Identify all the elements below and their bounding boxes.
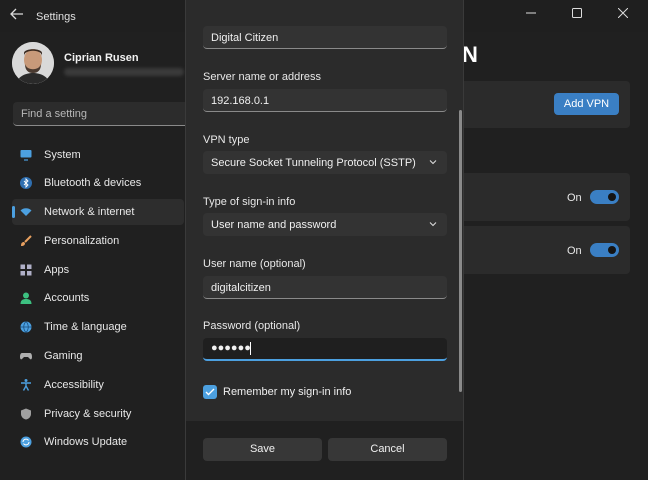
sidebar-item-label: Bluetooth & devices bbox=[44, 177, 142, 189]
checkmark-icon bbox=[205, 388, 215, 396]
remember-signin-label: Remember my sign-in info bbox=[223, 386, 352, 398]
toggle-switch-2[interactable] bbox=[590, 243, 619, 257]
sidebar-item-network[interactable]: Network & internet bbox=[12, 199, 184, 225]
search-placeholder: Find a setting bbox=[21, 108, 88, 120]
sidebar-item-label: Windows Update bbox=[44, 436, 128, 448]
vpn-type-dropdown[interactable]: Secure Socket Tunneling Protocol (SSTP) bbox=[203, 151, 447, 174]
text-caret bbox=[250, 342, 251, 355]
avatar bbox=[12, 42, 54, 84]
cancel-button[interactable]: Cancel bbox=[328, 438, 447, 461]
person-icon bbox=[20, 292, 32, 304]
sidebar-item-label: System bbox=[44, 149, 81, 161]
dialog-scrollbar[interactable] bbox=[459, 110, 462, 392]
vpn-type-label: VPN type bbox=[203, 134, 250, 146]
update-icon bbox=[20, 436, 32, 448]
sidebar-item-label: Personalization bbox=[44, 235, 120, 247]
username-input[interactable]: digitalcitizen bbox=[203, 276, 447, 299]
add-vpn-button[interactable]: Add VPN bbox=[554, 93, 619, 115]
sidebar-item-apps[interactable]: Apps bbox=[12, 257, 184, 283]
sidebar-item-accounts[interactable]: Accounts bbox=[12, 285, 184, 311]
connection-name-input[interactable]: Digital Citizen bbox=[203, 26, 447, 49]
signin-type-label: Type of sign-in info bbox=[203, 196, 296, 208]
toggle-state-label: On bbox=[567, 192, 582, 204]
close-button[interactable] bbox=[600, 0, 646, 30]
sidebar-item-windows-update[interactable]: Windows Update bbox=[12, 429, 184, 455]
password-label: Password (optional) bbox=[203, 320, 301, 332]
sidebar-item-label: Network & internet bbox=[44, 206, 135, 218]
minimize-icon bbox=[526, 12, 536, 14]
chevron-down-icon bbox=[429, 222, 437, 227]
user-name: Ciprian Rusen bbox=[64, 52, 139, 64]
chevron-down-icon bbox=[429, 160, 437, 165]
sidebar-item-system[interactable]: System bbox=[12, 142, 184, 168]
shield-icon bbox=[21, 408, 31, 420]
server-label: Server name or address bbox=[203, 71, 321, 83]
sidebar-item-gaming[interactable]: Gaming bbox=[12, 343, 184, 369]
sidebar-item-label: Privacy & security bbox=[44, 408, 132, 420]
username-label: User name (optional) bbox=[203, 258, 306, 270]
dialog-footer: Save Cancel bbox=[186, 421, 463, 480]
maximize-button[interactable] bbox=[554, 0, 600, 30]
password-input[interactable]: ●●●●●● bbox=[203, 338, 447, 361]
bluetooth-icon bbox=[20, 177, 32, 189]
sidebar-item-time-language[interactable]: Time & language bbox=[12, 314, 184, 340]
sidebar-item-bluetooth[interactable]: Bluetooth & devices bbox=[12, 170, 184, 196]
sidebar-item-label: Time & language bbox=[44, 321, 127, 333]
toggle-state-label: On bbox=[567, 245, 582, 257]
globe-clock-icon bbox=[20, 321, 32, 333]
save-button[interactable]: Save bbox=[203, 438, 322, 461]
gamepad-icon bbox=[20, 353, 32, 360]
sidebar-item-label: Accessibility bbox=[44, 379, 104, 391]
wifi-icon bbox=[20, 208, 32, 216]
apps-icon bbox=[20, 264, 32, 276]
password-mask: ●●●●●● bbox=[211, 342, 251, 354]
signin-type-dropdown[interactable]: User name and password bbox=[203, 213, 447, 236]
search-input[interactable]: Find a setting bbox=[13, 102, 193, 126]
add-vpn-dialog: Digital Citizen Server name or address 1… bbox=[185, 0, 464, 480]
sidebar-item-accessibility[interactable]: Accessibility bbox=[12, 372, 184, 398]
selection-indicator bbox=[12, 206, 15, 218]
sidebar-item-personalization[interactable]: Personalization bbox=[12, 228, 184, 254]
sidebar-item-privacy-security[interactable]: Privacy & security bbox=[12, 401, 184, 427]
user-email-redacted bbox=[64, 68, 184, 76]
remember-signin-checkbox[interactable] bbox=[203, 385, 217, 399]
brush-icon bbox=[21, 235, 32, 246]
toggle-switch-1[interactable] bbox=[590, 190, 619, 204]
server-address-input[interactable]: 192.168.0.1 bbox=[203, 89, 447, 112]
monitor-icon bbox=[20, 150, 32, 161]
close-icon bbox=[618, 8, 628, 18]
back-arrow-icon[interactable] bbox=[8, 8, 26, 24]
sidebar-item-label: Accounts bbox=[44, 292, 90, 304]
app-title: Settings bbox=[36, 11, 76, 23]
accessibility-icon bbox=[21, 379, 31, 391]
sidebar-item-label: Gaming bbox=[44, 350, 83, 362]
maximize-icon bbox=[572, 8, 582, 18]
page-title-fragment: N bbox=[462, 42, 478, 67]
minimize-button[interactable] bbox=[508, 0, 554, 30]
sidebar-item-label: Apps bbox=[44, 264, 70, 276]
